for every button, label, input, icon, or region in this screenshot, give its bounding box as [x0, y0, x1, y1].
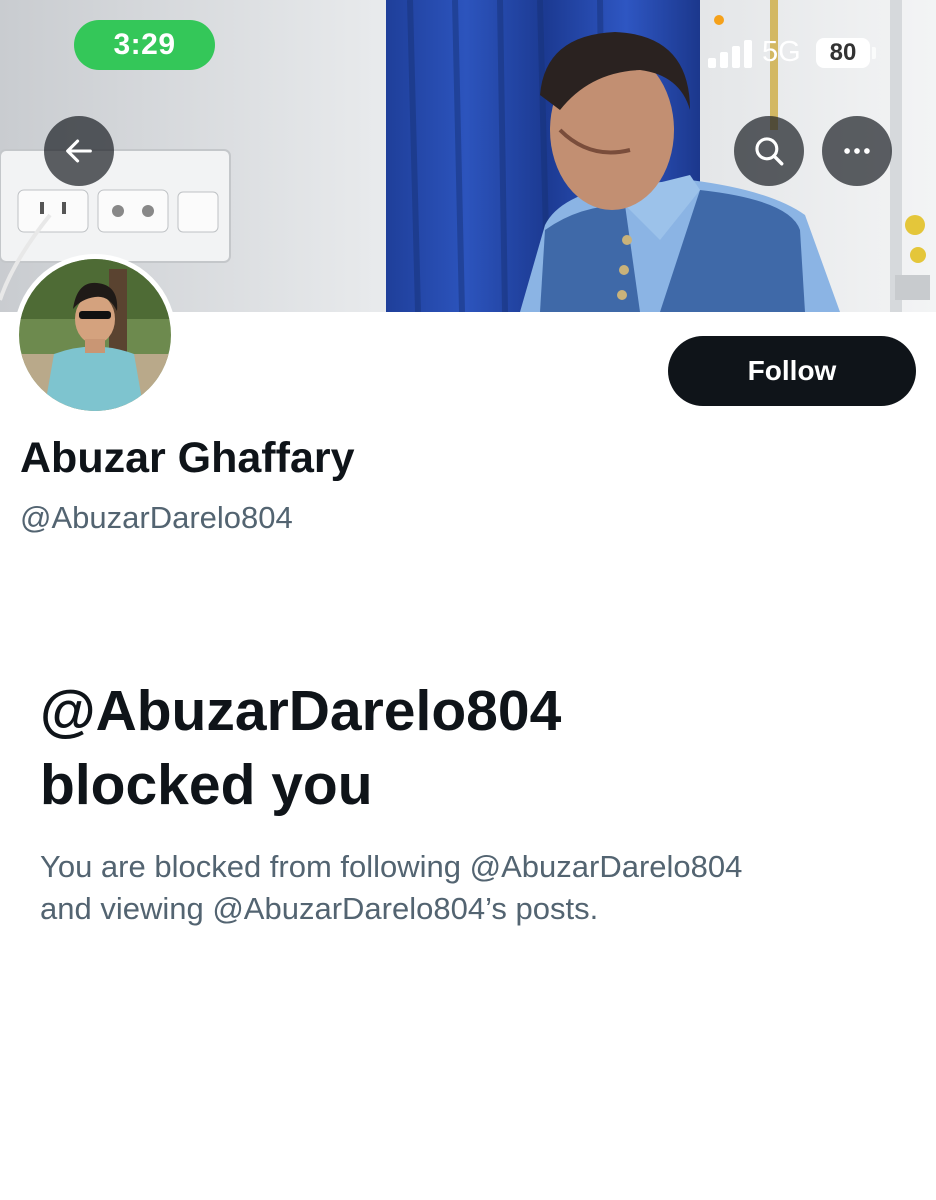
- back-button[interactable]: [44, 116, 114, 186]
- battery-level: 80: [829, 39, 857, 66]
- blocked-title-line2: blocked you: [40, 753, 373, 817]
- blocked-description-line1: You are blocked from following @AbuzarDa…: [40, 849, 743, 884]
- search-button[interactable]: [734, 116, 804, 186]
- signal-strength-icon: [708, 40, 754, 68]
- network-type: 5G: [762, 36, 801, 68]
- avatar: [19, 259, 171, 411]
- profile-handle: @AbuzarDarelo804: [20, 500, 293, 535]
- battery-icon: 80: [816, 38, 870, 68]
- arrow-left-icon: [66, 139, 92, 163]
- profile-display-name: Abuzar Ghaffary: [20, 434, 355, 482]
- privacy-indicator-dot: [714, 15, 724, 25]
- blocked-description-line2: and viewing @AbuzarDarelo804’s posts.: [40, 891, 599, 926]
- avatar-image: [19, 259, 171, 411]
- blocked-description: You are blocked from following @AbuzarDa…: [40, 846, 900, 930]
- more-horizontal-icon: [844, 148, 870, 154]
- more-options-button[interactable]: [822, 116, 892, 186]
- search-icon: [755, 137, 784, 166]
- status-time: 3:29: [74, 20, 215, 70]
- blocked-title-line1: @AbuzarDarelo804: [40, 679, 562, 743]
- battery-tip: [872, 47, 876, 59]
- profile-avatar[interactable]: [14, 254, 176, 416]
- follow-button[interactable]: Follow: [668, 336, 916, 406]
- blocked-title: @AbuzarDarelo804 blocked you: [40, 674, 900, 822]
